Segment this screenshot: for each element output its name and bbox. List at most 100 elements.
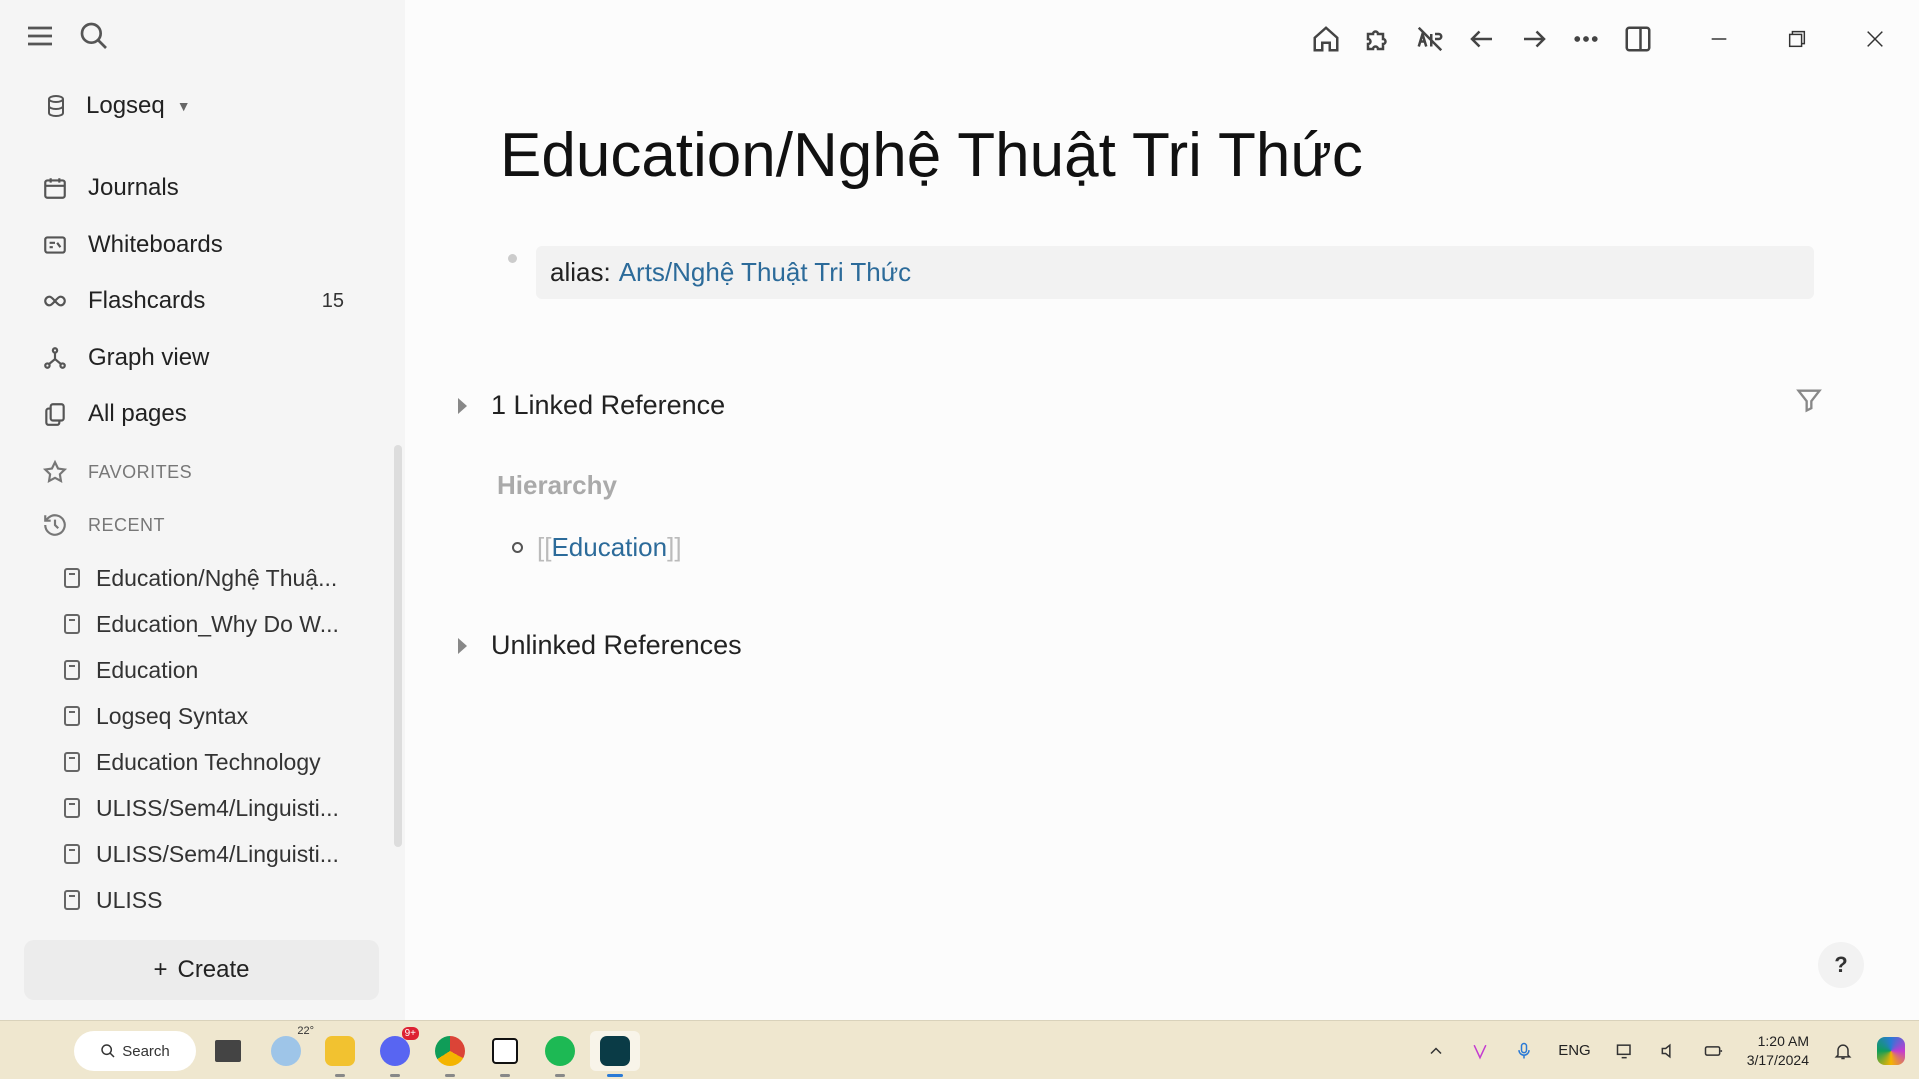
favorites-section[interactable]: FAVORITES (42, 459, 192, 485)
page-properties[interactable]: alias: Arts/Nghệ Thuật Tri Thức (536, 246, 1814, 299)
folder-icon (325, 1036, 355, 1066)
recent-item[interactable]: Education/Nghệ Thuậ... (64, 555, 364, 601)
recent-section[interactable]: RECENT (42, 512, 165, 538)
recent-item[interactable]: ULISS/Sem4/Linguisti... (64, 785, 364, 831)
start-button[interactable] (24, 1035, 56, 1067)
restore-icon (1788, 30, 1806, 48)
logseq-app[interactable] (590, 1031, 640, 1077)
volume-tray[interactable] (1647, 1041, 1691, 1061)
page-icon (64, 890, 80, 910)
block-bullet[interactable] (508, 254, 517, 263)
pages-icon (45, 403, 65, 427)
favorites-label: FAVORITES (88, 461, 193, 482)
weather-widget[interactable]: 22° (266, 1025, 314, 1071)
bracket-close: ]] (667, 532, 682, 562)
page-icon (64, 752, 80, 772)
sidebar-item-all-pages[interactable]: All pages (42, 386, 372, 443)
sidebar-item-flashcards[interactable]: Flashcards 15 (42, 273, 372, 330)
running-indicator (555, 1074, 565, 1077)
weather-icon (271, 1036, 301, 1066)
copilot-tray[interactable] (1865, 1036, 1919, 1065)
calendar-icon (44, 178, 66, 200)
home-icon (1313, 26, 1339, 52)
recent-item[interactable]: Logseq Syntax (64, 693, 364, 739)
network-tray[interactable] (1603, 1041, 1647, 1061)
clock[interactable]: 1:20 AM 3/17/2024 (1735, 1032, 1821, 1070)
page-icon (64, 798, 80, 818)
chrome-app[interactable] (430, 1031, 470, 1077)
notion-app[interactable] (485, 1031, 525, 1077)
graph-selector[interactable]: Logseq ▼ (44, 92, 191, 120)
page-title[interactable]: Education/Nghệ Thuật Tri Thức (500, 120, 1363, 191)
spotify-app[interactable] (540, 1031, 580, 1077)
hierarchy-item: [[Education]] (512, 532, 682, 563)
filter-button[interactable] (1795, 386, 1823, 419)
linked-references-label: 1 Linked Reference (491, 390, 726, 420)
recent-item[interactable]: Education Technology (64, 739, 364, 785)
recent-item[interactable]: ULISS (64, 877, 364, 923)
history-icon (44, 514, 66, 536)
search-icon[interactable] (78, 20, 110, 57)
notification-badge: 9+ (401, 1027, 419, 1040)
back-button[interactable] (1456, 18, 1508, 60)
notifications-tray[interactable] (1821, 1041, 1865, 1061)
show-hidden-icons[interactable] (1414, 1041, 1458, 1061)
whiteboard-icon (44, 236, 66, 254)
sidebar-item-label: Journals (88, 174, 179, 202)
page-icon (64, 844, 80, 864)
recent-label: RECENT (88, 514, 166, 535)
caret-right-icon (458, 637, 467, 654)
recent-item[interactable]: Education (64, 647, 364, 693)
ai-off-button[interactable] (1404, 18, 1456, 60)
close-button[interactable] (1836, 18, 1914, 60)
unlinked-references-header[interactable]: Unlinked References (458, 630, 742, 661)
more-button[interactable] (1560, 18, 1612, 60)
sidebar-scrollbar[interactable] (394, 445, 402, 847)
plugins-button[interactable] (1352, 18, 1404, 60)
property-value-link[interactable]: Arts/Nghệ Thuật Tri Thức (619, 257, 911, 288)
restore-button[interactable] (1758, 18, 1836, 60)
clock-time: 1:20 AM (1757, 1032, 1809, 1049)
discord-app[interactable]: 9+ (375, 1027, 419, 1077)
graph-icon (44, 346, 66, 369)
left-sidebar: Logseq ▼ Journals Whiteboards Flashcards… (0, 0, 405, 1020)
task-view-button[interactable] (208, 1031, 248, 1071)
home-button[interactable] (1300, 18, 1352, 60)
linked-references-header[interactable]: 1 Linked Reference (458, 390, 725, 421)
file-explorer-app[interactable] (320, 1031, 360, 1077)
star-icon (42, 459, 68, 483)
help-button[interactable]: ? (1818, 942, 1864, 988)
network-icon (1616, 1043, 1631, 1058)
recent-item[interactable]: Education_Why Do W... (64, 601, 364, 647)
chevron-up-icon (1430, 1046, 1442, 1054)
hierarchy-link[interactable]: Education (551, 532, 667, 562)
taskbar-search[interactable]: Search (74, 1031, 196, 1071)
sidebar-nav: Journals Whiteboards Flashcards 15 Graph… (42, 160, 372, 443)
caret-down-icon: ▼ (176, 98, 191, 114)
menu-icon[interactable] (24, 20, 56, 57)
bracket-open: [[ (537, 532, 552, 562)
recent-item[interactable]: ULISS/Sem4/Linguisti... (64, 831, 364, 877)
battery-tray[interactable] (1691, 1041, 1735, 1061)
right-sidebar-toggle[interactable] (1612, 18, 1664, 60)
forward-button[interactable] (1508, 18, 1560, 60)
language-indicator[interactable]: ENG (1546, 1042, 1603, 1059)
sidebar-right-icon (1625, 26, 1651, 52)
sidebar-item-journals[interactable]: Journals (42, 160, 372, 217)
sidebar-item-label: Flashcards (88, 287, 206, 315)
create-button[interactable]: + Create (24, 940, 379, 1000)
vivaldi-tray[interactable] (1458, 1041, 1502, 1061)
system-tray: ENG 1:20 AM 3/17/2024 (1414, 1021, 1919, 1079)
puzzle-icon (1366, 30, 1387, 51)
copilot-icon (1877, 1036, 1905, 1065)
minimize-icon (1711, 38, 1727, 40)
microphone-tray[interactable] (1502, 1041, 1546, 1061)
discord-icon (380, 1036, 410, 1066)
create-label: Create (177, 956, 250, 983)
running-indicator (390, 1074, 400, 1077)
sidebar-item-graph-view[interactable]: Graph view (42, 330, 372, 387)
sidebar-item-whiteboards[interactable]: Whiteboards (42, 217, 372, 274)
sidebar-item-label: All pages (88, 400, 187, 428)
minimize-button[interactable] (1680, 18, 1758, 60)
more-icon (1574, 36, 1598, 42)
